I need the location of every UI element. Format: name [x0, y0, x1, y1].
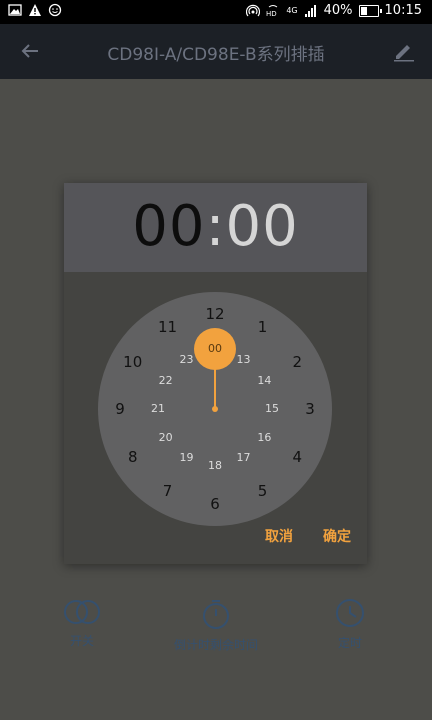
svg-text:HD: HD: [266, 10, 277, 18]
arrow-left-icon[interactable]: [18, 39, 42, 63]
app-bar: CD98I-A/CD98E-B系列排插: [0, 24, 432, 79]
dialog-actions: 取消 确定: [265, 526, 351, 546]
warning-icon: [29, 4, 41, 16]
hd-call-icon: HD: [266, 4, 278, 18]
bottom-item-label: 倒计时剩余时间: [173, 638, 258, 652]
hotspot-icon: [246, 4, 261, 16]
stopwatch-icon: [203, 600, 229, 629]
minutes-value[interactable]: 00: [225, 194, 298, 259]
bottom-item-switch[interactable]: 开关: [22, 598, 142, 649]
network-type: 4G: [286, 6, 298, 15]
clock-hour-18[interactable]: 18: [201, 456, 229, 476]
clock-hour-22[interactable]: 22: [152, 371, 180, 391]
page-title: CD98I-A/CD98E-B系列排插: [107, 45, 325, 65]
confirm-button[interactable]: 确定: [323, 526, 351, 546]
image-icon: [8, 4, 22, 16]
clock-hour-8[interactable]: 8: [119, 447, 147, 467]
hours-value[interactable]: 00: [132, 194, 205, 259]
clock-hour-17[interactable]: 17: [230, 448, 258, 468]
time-picker-header: 00:00: [64, 183, 367, 272]
clock-hour-19[interactable]: 19: [173, 448, 201, 468]
cancel-button[interactable]: 取消: [265, 526, 293, 546]
clock-hour-11[interactable]: 11: [154, 317, 182, 337]
bottom-item-countdown[interactable]: 倒计时剩余时间: [156, 598, 276, 653]
battery-level: [360, 6, 367, 15]
pencil-icon[interactable]: [392, 39, 416, 63]
clock-hour-5[interactable]: 5: [249, 481, 277, 501]
clock-hour-6[interactable]: 6: [201, 494, 229, 514]
clock-center: [212, 406, 218, 412]
clock-hour-4[interactable]: 4: [283, 447, 311, 467]
smiley-icon: [48, 3, 62, 17]
clock-hour-20[interactable]: 20: [152, 428, 180, 448]
status-bar: HD 4G 40% 10:15: [0, 0, 432, 24]
time-separator: :: [205, 194, 226, 259]
clock-hour-16[interactable]: 16: [250, 428, 278, 448]
clock-icon: [336, 599, 364, 627]
clock-hour-1[interactable]: 1: [249, 317, 277, 337]
clock-face[interactable]: 12 1 2 3 4 5 6 7 8 9 10 11 13 14 15 16 17 18 19 20 21 22 23 00: [98, 292, 332, 526]
clock-hour-9[interactable]: 9: [106, 399, 134, 419]
clock-hour-21[interactable]: 21: [144, 399, 172, 419]
clock-hour-10[interactable]: 10: [119, 352, 147, 372]
clock-hour-14[interactable]: 14: [250, 371, 278, 391]
bottom-item-label: 开关: [69, 634, 94, 648]
clock-hour-7[interactable]: 7: [154, 481, 182, 501]
time-display: 00:00: [64, 197, 367, 257]
clock-hour-2[interactable]: 2: [283, 352, 311, 372]
battery-icon: [358, 4, 382, 17]
clock-hour-12[interactable]: 12: [201, 304, 229, 324]
clock-hour-15[interactable]: 15: [258, 399, 286, 419]
signal-icon: [304, 4, 316, 17]
battery-percent: 40%: [323, 3, 353, 18]
toggle-icon: [64, 600, 100, 624]
clock-selector[interactable]: 00: [194, 328, 236, 370]
time-picker-dialog: 00:00 12 1 2 3 4 5 6 7 8 9 10 11 13 14 15 16 17 18 19 20 21 2…: [64, 183, 367, 564]
bottom-item-timer[interactable]: 定时: [290, 598, 410, 651]
clock-hour-3[interactable]: 3: [296, 399, 324, 419]
bottom-item-label: 定时: [337, 636, 362, 650]
clock-time: 10:15: [384, 3, 422, 18]
